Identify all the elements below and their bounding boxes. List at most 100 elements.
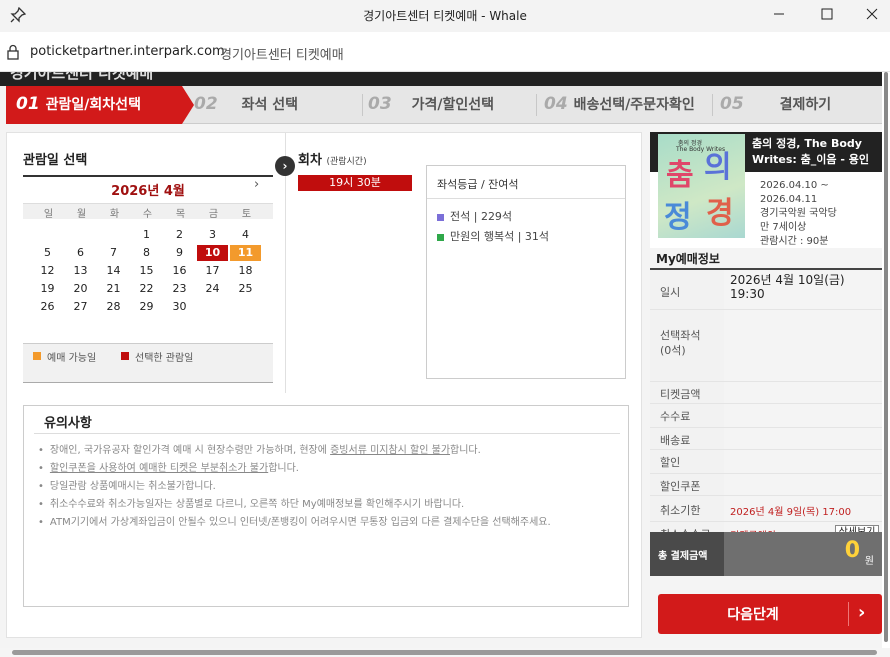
chevron-right-icon: › [275, 156, 295, 176]
notice-list: 장애인, 국가유공자 할인가격 예매 시 현장수령만 가능하며, 현장에 증빙서… [38, 442, 551, 532]
product-info: 춤의 정경 The Body Writes 춤 의 정 경 춤의 정경, The… [650, 132, 882, 248]
info-row-date: 일시 2026년 4월 10일(금) 19:30 [650, 270, 882, 310]
step-label: 관람일/회차선택 [45, 97, 141, 113]
step-label: 좌석 선택 [241, 97, 299, 113]
calendar-day-selected[interactable]: 10 [197, 245, 228, 261]
calendar-day: 20 [73, 282, 88, 295]
info-key: 티켓금액 [650, 382, 724, 403]
step-number: 03 [368, 94, 392, 114]
product-title: 춤의 정경, The Body Writes: 춤_이음 - 용인 [752, 137, 869, 166]
calendar-day: 17 [205, 264, 220, 277]
calendar-day: 9 [176, 246, 183, 259]
selected-legend-label: 선택한 관람일 [135, 353, 194, 364]
calendar-day: 4 [242, 228, 249, 241]
close-icon[interactable] [860, 4, 884, 24]
step-navigation: 01 관람일/회차선택 02 좌석 선택 03 가격/할인선택 04 배송선택/주문자확… [6, 86, 882, 124]
calendar-day: 29 [139, 300, 154, 313]
notice-text: 장애인, 국가유공자 할인가격 예매 시 현장수령만 가능하며, 현장에 [49, 445, 331, 456]
weekday-label: 월 [76, 209, 87, 220]
available-legend-swatch [33, 352, 41, 360]
info-row-delivery: 배송료 [650, 428, 882, 450]
info-row-seats: 선택좌석 (0석) [650, 310, 882, 382]
vertical-scrollbar[interactable] [882, 72, 890, 648]
weekday-label: 목 [175, 209, 186, 220]
calendar-day: 13 [73, 264, 88, 277]
lock-icon [7, 44, 19, 60]
notice-underlined: 증빙서류 미지참시 할인 불가 [330, 445, 451, 456]
calendar-day: 14 [106, 264, 121, 277]
minimize-icon[interactable] [767, 4, 791, 24]
calendar-day-available[interactable]: 11 [230, 245, 261, 261]
maximize-icon[interactable] [815, 4, 839, 24]
calendar-day: 3 [209, 228, 216, 241]
calendar-day: 25 [238, 282, 253, 295]
product-period: 2026.04.10 ~ 2026.04.11 [760, 180, 829, 205]
next-step-label: 다음단계 [727, 607, 779, 623]
info-value: 2026년 4월 9일(목) 17:00 [730, 507, 852, 518]
page-header-strip: 경기아트센터 티켓예매 [0, 72, 882, 86]
info-row-deadline: 취소기한 2026년 4월 9일(목) 17:00 [650, 496, 882, 522]
calendar-month: 2026년 4월 [111, 184, 185, 199]
info-key: 선택좌석 (0석) [650, 310, 724, 381]
info-key: 할인 [650, 450, 724, 473]
product-poster: 춤의 정경 The Body Writes 춤 의 정 경 [658, 134, 745, 238]
info-row-ticket: 티켓금액 [650, 382, 882, 404]
info-key: 배송료 [650, 428, 724, 449]
product-venue: 경기국악원 국악당 [760, 208, 837, 219]
weekday-label: 금 [208, 209, 219, 220]
seat-grade-label: 전석 | 229석 [450, 210, 513, 223]
seat-grade-label: 만원의 행복석 | 31석 [450, 230, 550, 243]
calendar-day: 16 [172, 264, 187, 277]
notice-tail: 합니다. [268, 463, 299, 474]
notice-text: 당일관람 상품예매시는 취소불가합니다. [49, 481, 216, 492]
scroll-thumb[interactable] [12, 650, 877, 655]
calendar-day: 15 [139, 264, 154, 277]
calendar-day: 24 [205, 282, 220, 295]
weekday-label: 일 [43, 209, 54, 220]
date-section-title: 관람일 선택 [23, 149, 273, 177]
step-divider [362, 94, 363, 116]
calendar-weekdays: 일월화수목금토 [23, 203, 273, 220]
poster-glyph: 의 [704, 150, 732, 185]
info-key: 할인쿠폰 [650, 474, 724, 495]
info-row-fee: 수수료 [650, 404, 882, 428]
info-key: 취소기한 [650, 496, 724, 521]
weekday-label: 화 [109, 209, 120, 220]
step-1[interactable]: 01 관람일/회차선택 [6, 86, 182, 124]
seat-grade-title: 좌석등급 / 잔여석 [427, 166, 625, 199]
step-5[interactable]: 05 결제하기 [720, 86, 880, 124]
calendar-day: 28 [106, 300, 121, 313]
product-details: 2026.04.10 ~ 2026.04.11 경기국악원 국악당 만 7세이상… [760, 179, 837, 249]
available-legend-label: 예매 가능일 [47, 353, 97, 364]
notice-tail: 합니다. [450, 445, 481, 456]
notice-item: 취소수수료와 취소가능일자는 상품별로 다르니, 오른쪽 하단 My예매정보를 … [38, 496, 551, 514]
info-key: 일시 [650, 270, 724, 309]
calendar-day: 21 [106, 282, 121, 295]
info-row-coupon: 할인쿠폰 [650, 474, 882, 496]
my-reservation-table: 일시 2026년 4월 10일(금) 19:30 선택좌석 (0석) 티켓금액 수… [650, 268, 882, 546]
seat-grade-swatch [437, 213, 444, 221]
my-reservation-title: My예매정보 [656, 252, 720, 266]
step-number: 04 [544, 94, 568, 114]
step-2[interactable]: 02 좌석 선택 [194, 86, 362, 124]
info-key: 수수료 [650, 404, 724, 427]
address-bar[interactable]: poticketpartner.interpark.com 경기아트센터 티켓예… [0, 32, 890, 72]
scroll-thumb[interactable] [884, 72, 888, 642]
step-3[interactable]: 03 가격/할인선택 [368, 86, 536, 124]
calendar-day: 2 [176, 228, 183, 241]
next-step-button[interactable]: 다음단계 › [658, 594, 882, 634]
calendar-day: 1 [143, 228, 150, 241]
reservation-sidebar: 춤의 정경 The Body Writes 춤 의 정 경 춤의 정경, The… [650, 132, 882, 638]
time-slot-item[interactable]: 19시 30분 [298, 175, 412, 191]
time-section-title: 회차 (관람시간) [298, 149, 412, 177]
product-duration: 관람시간 : 90분 [760, 236, 829, 247]
calendar-day: 7 [110, 246, 117, 259]
step-4[interactable]: 04 배송선택/주문자확인 [544, 86, 714, 124]
next-month-button[interactable]: › [254, 177, 259, 192]
step-number: 02 [194, 94, 218, 114]
seat-grade-row: 전석 | 229석 [437, 208, 512, 224]
total-unit: 원 [864, 556, 874, 567]
total-label: 총 결제금액 [650, 532, 724, 576]
horizontal-scrollbar[interactable] [0, 648, 890, 657]
calendar-day: 8 [143, 246, 150, 259]
